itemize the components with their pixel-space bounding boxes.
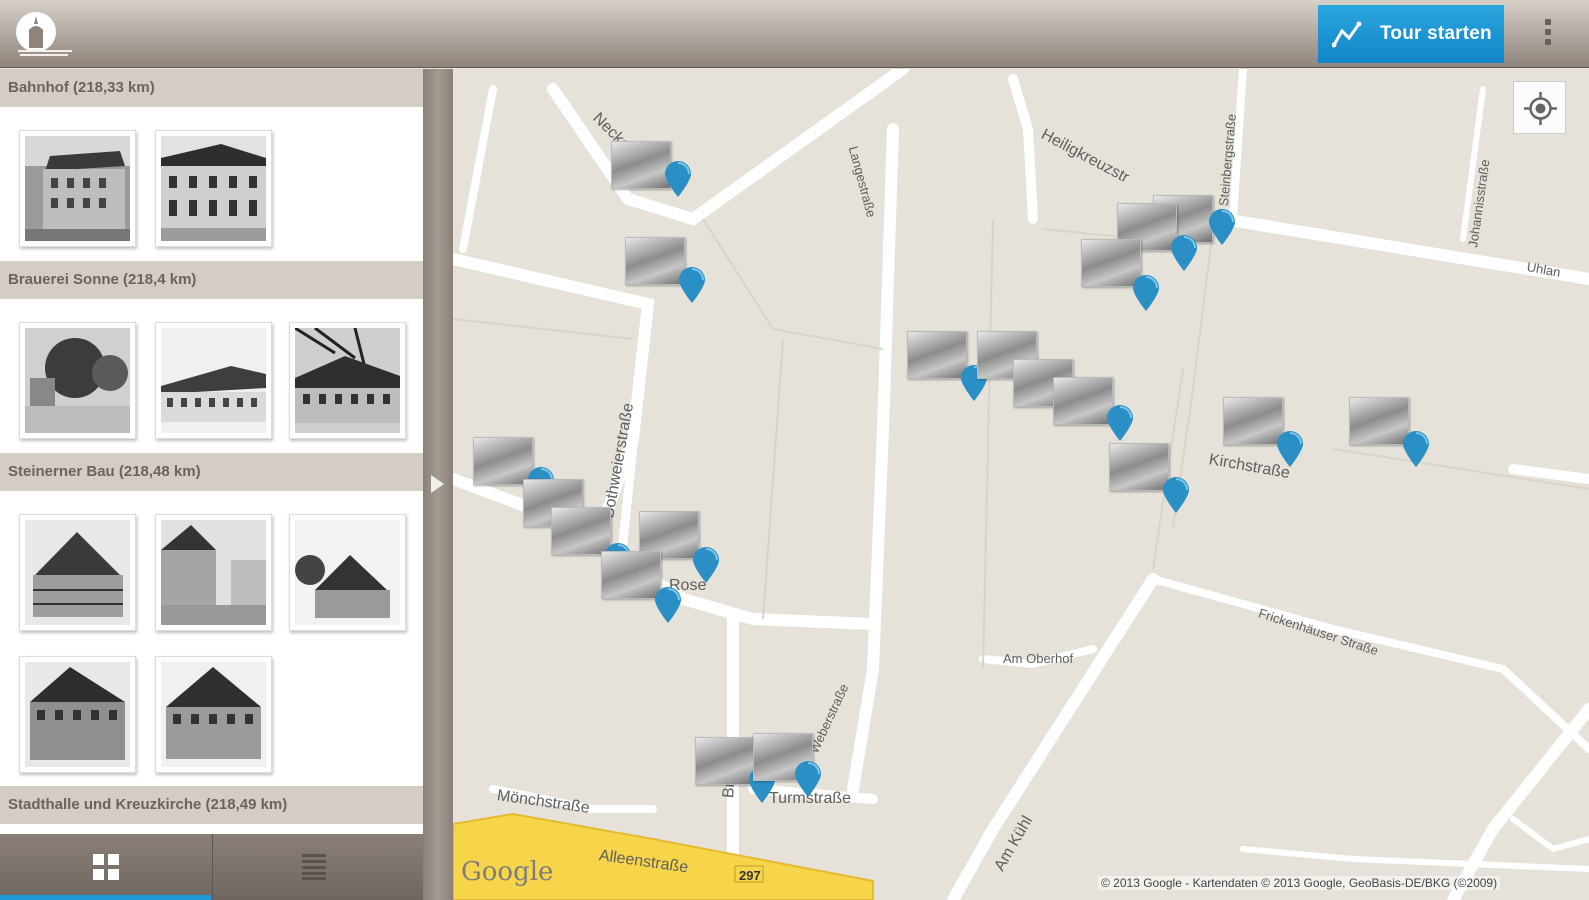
road-shield: 297 <box>739 868 761 883</box>
photo-thumbnail[interactable] <box>289 514 406 631</box>
map-photo-thumbnail[interactable] <box>1223 397 1283 445</box>
map-pin-icon[interactable] <box>1171 235 1197 271</box>
map-pin-icon[interactable] <box>1163 477 1189 513</box>
map-photo-thumbnail[interactable] <box>601 551 661 599</box>
map-pin-icon[interactable] <box>1403 431 1429 467</box>
historic-photo <box>25 662 130 767</box>
map-pin-icon[interactable] <box>1209 209 1235 245</box>
street-label: Am Oberhof <box>1003 651 1074 666</box>
historic-photo <box>25 136 130 241</box>
map-photo-thumbnail[interactable] <box>551 507 611 555</box>
historic-photo <box>161 662 266 767</box>
photo-thumbnail[interactable] <box>289 322 406 439</box>
station-list-panel: Bahnhof (218,33 km) Brauerei Sonne (218,… <box>0 69 423 900</box>
selected-tab-indicator <box>0 895 211 900</box>
map-view[interactable]: Necka Heiligkreuzstr Langestraße Steinbe… <box>453 69 1589 900</box>
collapse-arrow-icon[interactable] <box>431 475 444 493</box>
map-pin-icon[interactable] <box>1107 405 1133 441</box>
route-icon <box>1332 21 1362 48</box>
map-photo-thumbnail[interactable] <box>611 141 671 189</box>
photo-thumbnail[interactable] <box>19 656 136 773</box>
historic-photo <box>295 328 400 433</box>
photo-thumbnail[interactable] <box>155 322 272 439</box>
photo-thumbnail[interactable] <box>155 130 272 247</box>
start-tour-label: Tour starten <box>1380 23 1492 44</box>
historic-photo <box>161 328 266 433</box>
map-pin-icon[interactable] <box>1133 275 1159 311</box>
my-location-button[interactable] <box>1513 81 1566 134</box>
historic-photo <box>161 520 266 625</box>
map-pin-icon[interactable] <box>795 761 821 797</box>
bottom-tab-bar <box>0 834 423 900</box>
photo-thumbnail[interactable] <box>155 514 272 631</box>
map-pin-icon[interactable] <box>1277 431 1303 467</box>
grid-view-icon <box>93 854 119 880</box>
list-view-icon <box>302 854 326 880</box>
map-photo-thumbnail[interactable] <box>1349 397 1409 445</box>
google-logo: Google <box>461 857 554 887</box>
overflow-menu-icon[interactable] <box>1538 17 1558 51</box>
app-logo-icon[interactable] <box>14 10 76 58</box>
panel-divider[interactable] <box>423 69 453 900</box>
map-photo-thumbnail[interactable] <box>695 737 755 785</box>
historic-photo <box>25 328 130 433</box>
map-pin-icon[interactable] <box>655 587 681 623</box>
historic-photo <box>295 520 400 625</box>
section-header-brauerei-sonne[interactable]: Brauerei Sonne (218,4 km) <box>0 261 423 299</box>
map-photo-thumbnail[interactable] <box>907 331 967 379</box>
map-pin-icon[interactable] <box>693 547 719 583</box>
map-photo-thumbnail[interactable] <box>473 437 533 485</box>
photo-thumbnail[interactable] <box>155 656 272 773</box>
section-header-bahnhof[interactable]: Bahnhof (218,33 km) <box>0 69 423 107</box>
tab-grid-view[interactable] <box>0 834 211 900</box>
section-header-stadthalle[interactable]: Stadthalle und Kreuzkirche (218,49 km) <box>0 786 423 824</box>
map-photo-thumbnail[interactable] <box>1053 377 1113 425</box>
map-photo-thumbnail[interactable] <box>1109 443 1169 491</box>
map-pin-icon[interactable] <box>679 267 705 303</box>
map-copyright: © 2013 Google - Kartendaten © 2013 Googl… <box>1098 876 1501 890</box>
section-header-steinerner-bau[interactable]: Steinerner Bau (218,48 km) <box>0 453 423 491</box>
action-bar: Tour starten <box>0 0 1589 68</box>
photo-thumbnail[interactable] <box>19 322 136 439</box>
map-pin-icon[interactable] <box>665 161 691 197</box>
photo-thumbnail[interactable] <box>19 514 136 631</box>
historic-photo <box>25 520 130 625</box>
map-photo-thumbnail[interactable] <box>625 237 685 285</box>
photo-thumbnail[interactable] <box>19 130 136 247</box>
start-tour-button[interactable]: Tour starten <box>1318 5 1504 63</box>
historic-photo <box>161 136 266 241</box>
map-photo-thumbnail[interactable] <box>1081 239 1141 287</box>
tab-list-view[interactable] <box>212 834 423 900</box>
crosshair-icon <box>1524 92 1557 125</box>
